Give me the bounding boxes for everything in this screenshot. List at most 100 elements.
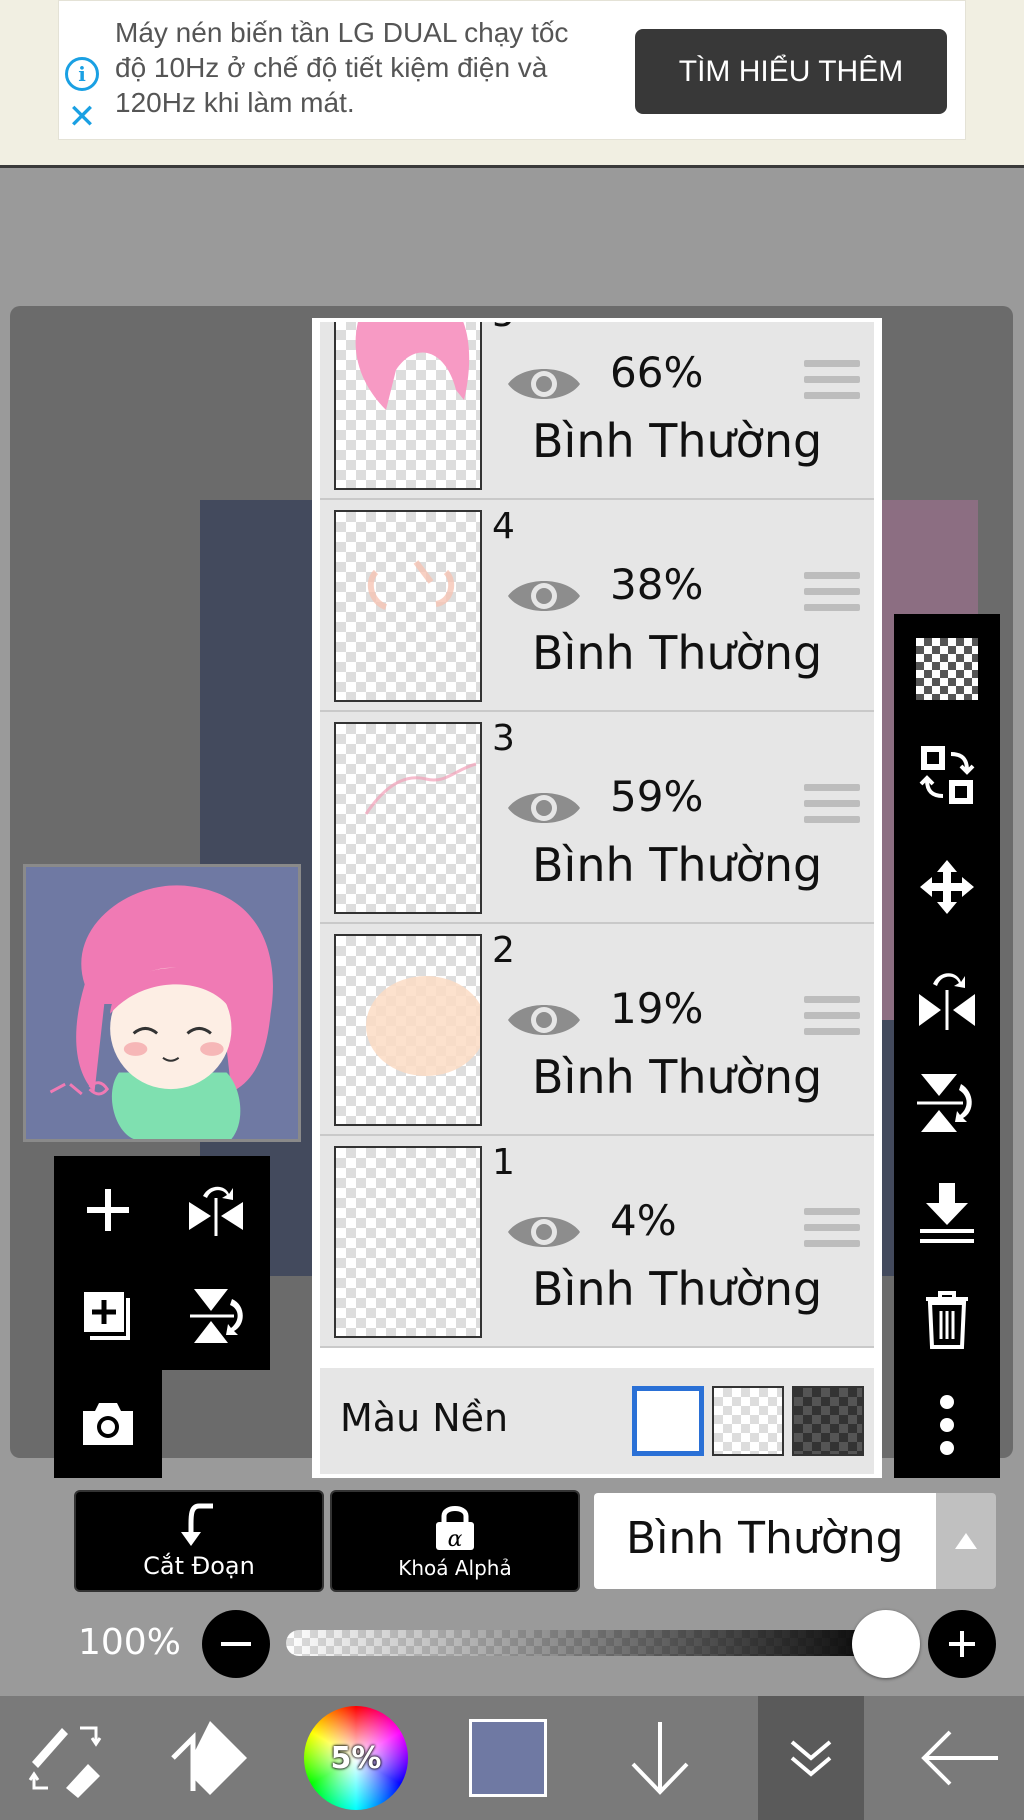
trash-icon xyxy=(926,1291,968,1349)
layer-opacity[interactable]: 59% xyxy=(610,772,770,821)
eye-icon[interactable] xyxy=(506,996,582,1044)
drag-handle-icon[interactable] xyxy=(804,1208,860,1254)
background-color-row: Màu Nền xyxy=(320,1368,874,1474)
flip-horizontal-layer-button[interactable] xyxy=(894,946,1000,1052)
opacity-decrease-button[interactable] xyxy=(202,1610,270,1678)
ad-card[interactable]: i ✕ Máy nén biến tần LG DUAL chạy tốc độ… xyxy=(58,0,966,140)
shape-tool-button[interactable] xyxy=(146,1696,274,1820)
lock-icon: α xyxy=(436,1506,474,1552)
current-color-swatch xyxy=(469,1719,547,1797)
layer-row-5[interactable]: 5 66% Bình Thường xyxy=(320,322,874,500)
checker-icon xyxy=(916,638,978,700)
alpha-lock-label: Khoá Alphả xyxy=(398,1556,512,1580)
diamond-icon xyxy=(171,1721,247,1795)
opacity-slider[interactable] xyxy=(286,1630,898,1656)
layer-opacity[interactable]: 19% xyxy=(610,984,770,1033)
opacity-slider-thumb[interactable] xyxy=(852,1610,920,1678)
ad-cta-button[interactable]: TÌM HIỂU THÊM xyxy=(635,29,947,114)
flip-horizontal-icon xyxy=(919,973,975,1030)
ad-text: Máy nén biến tần LG DUAL chạy tốc độ 10H… xyxy=(115,17,569,118)
layer-row-2[interactable]: 2 19% Bình Thường xyxy=(320,924,874,1136)
layer-blend-mode[interactable]: Bình Thường xyxy=(532,838,822,892)
color-wheel-icon: 5% xyxy=(304,1706,408,1810)
back-button[interactable] xyxy=(896,1696,1024,1820)
eye-icon[interactable] xyxy=(506,572,582,620)
plus-icon xyxy=(949,1631,975,1657)
background-dark-swatch[interactable] xyxy=(792,1386,864,1456)
layer-opacity[interactable]: 38% xyxy=(610,560,770,609)
layer-number: 5 xyxy=(492,322,515,335)
preview-artwork xyxy=(26,867,298,1139)
more-vertical-icon xyxy=(940,1395,954,1455)
layer-blend-mode[interactable]: Bình Thường xyxy=(532,1262,822,1316)
double-chevron-down-icon xyxy=(790,1740,832,1777)
drag-handle-icon[interactable] xyxy=(804,784,860,830)
color-wheel-percent: 5% xyxy=(330,1740,382,1776)
layer-thumbnail[interactable] xyxy=(334,934,482,1126)
canvas-preview[interactable] xyxy=(23,864,301,1142)
layer-opacity[interactable]: 66% xyxy=(610,348,770,397)
current-color-button[interactable] xyxy=(444,1696,572,1820)
add-layer-button[interactable] xyxy=(54,1156,162,1264)
arrow-down-icon xyxy=(631,1722,689,1795)
layer-thumbnail[interactable] xyxy=(334,510,482,702)
layer-number: 2 xyxy=(492,930,515,971)
duplicate-layer-button[interactable] xyxy=(54,1262,162,1370)
alpha-lock-button[interactable]: α Khoá Alphả xyxy=(330,1490,580,1592)
layer-blend-mode[interactable]: Bình Thường xyxy=(532,1050,822,1104)
duplicate-icon xyxy=(84,1292,130,1340)
blend-mode-dropdown-button[interactable] xyxy=(936,1493,996,1589)
layer-panel: 5 66% Bình Thường 4 38% Bình Thường 3 59… xyxy=(312,318,882,1478)
clip-arrow-icon xyxy=(181,1503,213,1546)
layer-thumbnail[interactable] xyxy=(334,322,482,490)
layer-row-1[interactable]: 1 4% Bình Thường xyxy=(320,1136,874,1348)
drag-handle-icon[interactable] xyxy=(804,996,860,1042)
background-transparent-swatch[interactable] xyxy=(712,1386,784,1456)
layer-opacity[interactable]: 4% xyxy=(610,1196,770,1245)
blend-mode-select[interactable]: Bình Thường xyxy=(594,1493,936,1589)
background-color-label: Màu Nền xyxy=(340,1396,509,1440)
layer-row-4[interactable]: 4 38% Bình Thường xyxy=(320,500,874,712)
clipping-label: Cắt Đoạn xyxy=(143,1552,255,1580)
plus-icon xyxy=(87,1189,129,1231)
layer-down-button[interactable] xyxy=(596,1696,724,1820)
background-white-swatch[interactable] xyxy=(632,1386,704,1456)
layer-blend-mode[interactable]: Bình Thường xyxy=(532,626,822,680)
clipping-button[interactable]: Cắt Đoạn xyxy=(74,1490,324,1592)
opacity-increase-button[interactable] xyxy=(928,1610,996,1678)
flip-horizontal-button[interactable] xyxy=(162,1156,270,1264)
drag-handle-icon[interactable] xyxy=(804,572,860,618)
flip-vertical-layer-button[interactable] xyxy=(894,1050,1000,1156)
flip-vertical-button[interactable] xyxy=(162,1262,270,1370)
layer-blend-mode[interactable]: Bình Thường xyxy=(532,414,822,468)
tool-switch-button[interactable] xyxy=(0,1696,128,1820)
move-button[interactable] xyxy=(894,834,1000,940)
drag-handle-icon[interactable] xyxy=(804,360,860,406)
info-icon[interactable]: i xyxy=(65,57,99,91)
ad-banner: i ✕ Máy nén biến tần LG DUAL chạy tốc độ… xyxy=(0,0,1024,168)
eye-icon[interactable] xyxy=(506,784,582,832)
layer-row-3[interactable]: 3 59% Bình Thường xyxy=(320,712,874,924)
transparency-button[interactable] xyxy=(894,616,1000,722)
flip-horizontal-icon xyxy=(189,1186,243,1236)
layer-thumbnail[interactable] xyxy=(334,722,482,914)
delete-layer-button[interactable] xyxy=(894,1266,1000,1372)
eye-icon[interactable] xyxy=(506,360,582,408)
color-wheel-button[interactable]: 5% xyxy=(292,1696,420,1820)
eye-icon[interactable] xyxy=(506,1208,582,1256)
swap-button[interactable] xyxy=(894,722,1000,828)
close-icon[interactable]: ✕ xyxy=(65,100,99,135)
camera-icon xyxy=(83,1403,133,1445)
layer-thumbnail[interactable] xyxy=(334,1146,482,1338)
triangle-up-icon xyxy=(955,1533,977,1549)
right-toolbar xyxy=(894,614,1000,1478)
camera-button[interactable] xyxy=(54,1370,162,1478)
layers-button[interactable] xyxy=(758,1696,864,1820)
arrow-left-icon xyxy=(921,1730,998,1786)
blend-mode-value: Bình Thường xyxy=(626,1513,904,1564)
opacity-value: 100% xyxy=(78,1622,181,1663)
bottom-toolbar: 5% xyxy=(0,1696,1024,1820)
left-layer-toolbar xyxy=(54,1156,270,1478)
merge-down-button[interactable] xyxy=(894,1160,1000,1266)
more-options-button[interactable] xyxy=(894,1372,1000,1478)
